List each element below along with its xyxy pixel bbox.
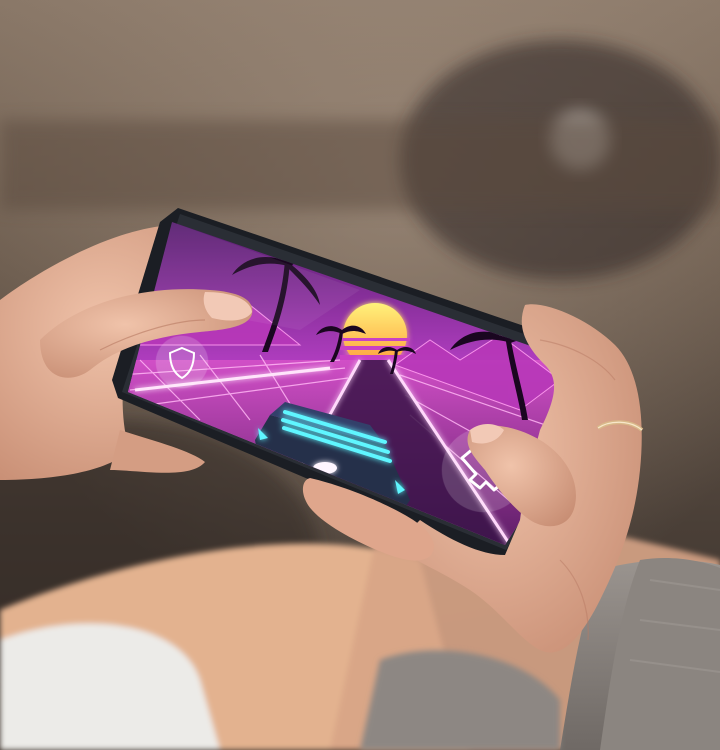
scene-svg xyxy=(0,0,720,750)
photo-scene xyxy=(0,0,720,750)
shield-button[interactable] xyxy=(155,335,209,389)
